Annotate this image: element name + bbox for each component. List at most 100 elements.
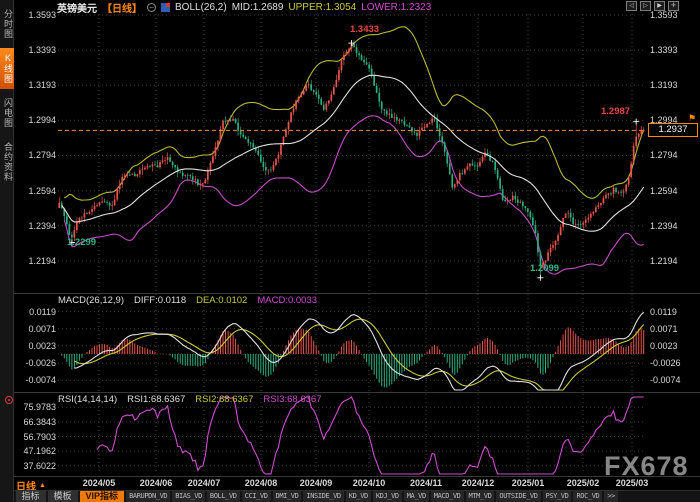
alert-flag-icon[interactable]: ⚑ (688, 113, 696, 124)
indicator-button-psy_vd[interactable]: PSY_VD (543, 491, 572, 502)
january-low-annotation: 1.2099 (530, 263, 559, 274)
date-axis-label: 2024/06 (133, 478, 179, 488)
more-indicators-button[interactable]: >> (604, 491, 618, 502)
indicator-button-cci_vd[interactable]: CCI_VD (242, 491, 271, 502)
rsi-header: RSI(14,14,14) RSI1:68.6367 RSI2:68.6367 … (58, 394, 321, 405)
sidebar-item-0[interactable]: 分时图 (0, 4, 14, 44)
boll-mid-band (62, 75, 644, 231)
rsi-axis-label: 66.3843 (12, 417, 56, 427)
indicator-button-kdj_vd[interactable]: KDJ_VD (373, 491, 402, 502)
rsi-axis-label: 75.9783 (12, 402, 56, 412)
peak-price-annotation: 1.3433 (350, 24, 379, 35)
macd-axis-label-left: 0.0071 (12, 324, 56, 334)
period-tag: 【日线】 (102, 0, 142, 15)
sidebar-item-3[interactable]: 合约资料 (0, 137, 14, 187)
indicator-button-kd_vd[interactable]: KD_VD (346, 491, 371, 502)
boll-lower-band (64, 116, 643, 274)
chart-type-sidebar: 分时图 K线图闪电图合约资料 (0, 0, 14, 502)
price-axis-label-left: 1.3193 (12, 80, 56, 90)
macd-axis-label-left: 0.0119 (12, 307, 56, 317)
symbol-name: 英镑美元 (57, 0, 97, 15)
price-axis-label-right: 1.2394 (650, 221, 678, 231)
date-axis-label: 2024/11 (403, 478, 449, 488)
extreme-markers (69, 40, 639, 281)
macd-axis-label-right: 0.0071 (650, 324, 678, 334)
sidebar-item-2[interactable]: 闪电图 (0, 93, 14, 133)
macd-axis-label-right: 0.0119 (650, 307, 677, 317)
price-axis-label-right: 1.3393 (650, 45, 678, 55)
panel-separators (14, 294, 700, 477)
indicator-toolbar: ▦ 指标模板VIP指标BARUPDN_VDBIAS_VDBOLL_VDCCI_V… (0, 490, 700, 502)
macd-dea-line (74, 319, 643, 390)
boll-label: BOLL(26,2) (175, 2, 227, 13)
toolbar-tab-2[interactable]: VIP指标 (80, 491, 125, 502)
macd-axis-label-left: 0.0023 (12, 341, 56, 351)
indicator-button-dmi_vd[interactable]: DMI_VD (273, 491, 302, 502)
date-axis-label: 2024/10 (346, 478, 392, 488)
remove-indicator-icon[interactable] (5, 396, 13, 404)
price-axis-label-left: 1.2594 (12, 186, 56, 196)
rsi-axis-label: 56.7903 (12, 432, 56, 442)
rsi-line (97, 397, 644, 474)
chart-header: 英镑美元 【日线】 − BOLL(26,2) MID:1.2689 UPPER:… (57, 1, 431, 13)
macd-title: MACD(26,12,9) (58, 295, 124, 306)
indicator-button-bias_vd[interactable]: BIAS_VD (172, 491, 205, 502)
macd-hist-value: MACD:0.0033 (257, 295, 317, 306)
indicator-button-barupdn_vd[interactable]: BARUPDN_VD (126, 491, 170, 502)
step-back-icon[interactable]: ◁ (626, 1, 637, 11)
boll-lower-value: LOWER:1.2323 (361, 2, 431, 13)
date-axis-label: 2024/07 (181, 478, 227, 488)
price-axis-label-right: 1.2194 (650, 256, 678, 266)
chart-canvas[interactable] (0, 0, 700, 502)
price-axis-label-left: 1.2394 (12, 221, 56, 231)
sidebar-item-1[interactable]: K线图 (0, 48, 14, 89)
price-axis-label-left: 1.2794 (12, 150, 56, 160)
macd-axis-label-left: -0.0026 (12, 358, 56, 368)
macd-diff-value: DIFF:0.0118 (134, 295, 186, 306)
macd-axis-label-right: 0.0023 (650, 341, 678, 351)
price-axis-label-right: 1.2794 (650, 150, 678, 160)
rsi-title: RSI(14,14,14) (58, 394, 117, 405)
macd-dea-value: DEA:0.0102 (196, 295, 247, 306)
date-axis-label: 2024/12 (455, 478, 501, 488)
indicator-button-macd_vd[interactable]: MACD_VD (431, 491, 464, 502)
rsi-axis-label: 47.1962 (12, 446, 56, 456)
macd-axis-label-right: -0.0026 (650, 358, 681, 368)
macd-axis-label-right: -0.0074 (650, 375, 681, 385)
april-low-annotation: 1.2299 (67, 237, 96, 248)
last-price-box[interactable]: 1.2937 (648, 123, 698, 137)
rsi-axis-label: 37.6022 (12, 461, 56, 471)
rsi1-value: RSI1:68.6367 (127, 394, 185, 405)
toolbar-tab-1[interactable]: 模板 (48, 491, 78, 502)
price-axis-label-right: 1.2594 (650, 186, 678, 196)
step-forward-icon[interactable]: ▷ (640, 1, 651, 11)
indicator-button-ma_vd[interactable]: MA_VD (404, 491, 429, 502)
macd-hist-negative (62, 354, 553, 388)
macd-header: MACD(26,12,9) DIFF:0.0118 DEA:0.0102 MAC… (58, 295, 317, 306)
macd-hist-positive (59, 327, 643, 354)
date-axis-label: 2024/09 (293, 478, 339, 488)
chart-tool-buttons: ◁▷▶✛ (626, 1, 679, 11)
boll-upper-value: UPPER:1.3054 (288, 2, 356, 13)
crosshair-icon[interactable]: ✛ (668, 1, 679, 11)
recent-high-annotation: 1.2987 (601, 106, 630, 117)
date-axis-label: 2024/05 (76, 478, 122, 488)
play-icon[interactable]: ▶ (654, 1, 665, 11)
indicator-button-inside_vd[interactable]: INSIDE_VD (303, 491, 343, 502)
minus-circle-icon[interactable]: − (147, 3, 156, 12)
indicator-button-outside_vd[interactable]: OUTSIDE_VD (496, 491, 540, 502)
indicator-button-boll_vd[interactable]: BOLL_VD (207, 491, 240, 502)
indicator-button-roc_vd[interactable]: ROC_VD (573, 491, 602, 502)
price-axis-label-right: 1.3193 (650, 80, 678, 90)
macd-axis-label-left: -0.0074 (12, 375, 56, 385)
trading-app: 分时图 K线图闪电图合约资料 英镑美元 【日线】 − BOLL(26,2) MID… (0, 0, 700, 502)
price-axis-label-left: 1.3393 (12, 45, 56, 55)
indicator-button-mtm_vd[interactable]: MTM_VD (466, 491, 495, 502)
price-axis-label-left: 1.2194 (12, 256, 56, 266)
rsi3-value: RSI3:68.6367 (263, 394, 321, 405)
up-candle-wicks (59, 43, 643, 270)
price-axis-label-right: 1.3593 (650, 10, 678, 20)
watermark: FX678 (604, 451, 689, 482)
indicator-settings-icon[interactable] (161, 3, 170, 12)
toolbar-tab-0[interactable]: 指标 (16, 491, 46, 502)
